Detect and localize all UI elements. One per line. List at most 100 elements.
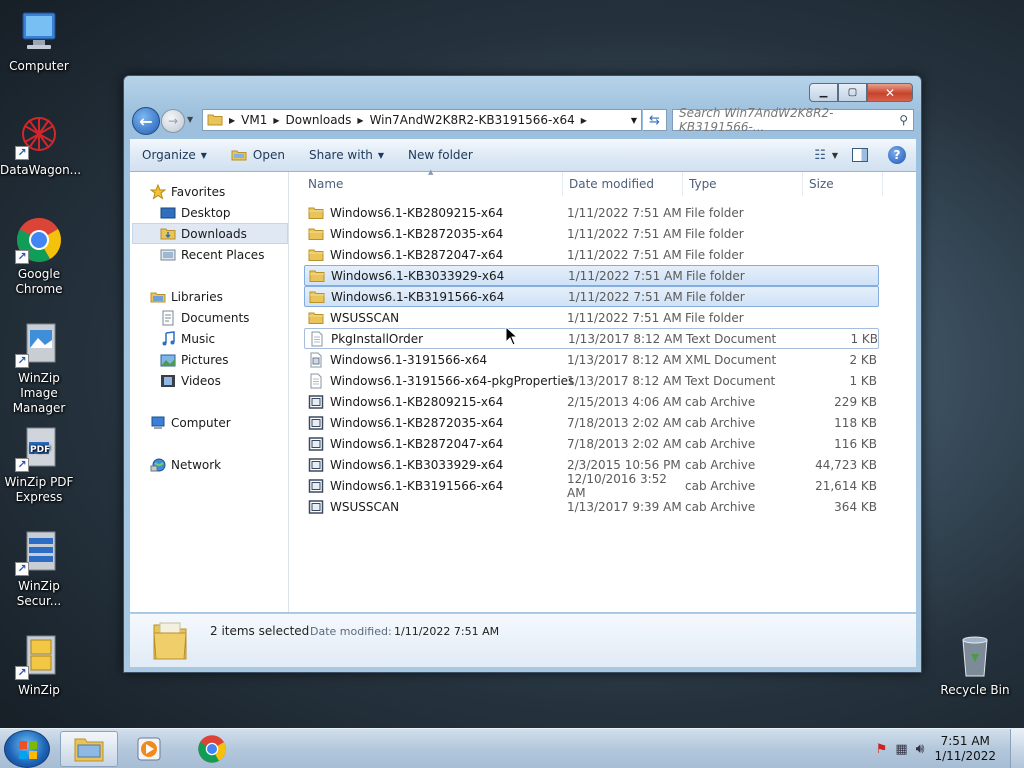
column-header-name[interactable]: Name bbox=[290, 172, 563, 196]
breadcrumb-chevron-icon[interactable]: ▶ bbox=[581, 116, 587, 125]
volume-icon[interactable]: 🔊︎ bbox=[916, 741, 925, 757]
nav-downloads[interactable]: Downloads bbox=[132, 223, 288, 244]
selection-count: 2 items selected bbox=[210, 624, 310, 638]
table-row[interactable]: Windows6.1-3191566-x64-pkgProperties 1/13… bbox=[304, 370, 879, 391]
address-dropdown-icon[interactable]: ▼ bbox=[631, 116, 637, 125]
desktop-icon-label: DataWagon... bbox=[0, 163, 82, 177]
file-name: Windows6.1-KB3191566-x64 bbox=[331, 289, 505, 304]
table-row[interactable]: Windows6.1-3191566-x64 1/13/2017 8:12 AM X… bbox=[304, 349, 879, 370]
minimize-icon: ▁ bbox=[819, 87, 828, 98]
table-row[interactable]: Windows6.1-KB2872047-x64 7/18/2013 2:02 A… bbox=[304, 433, 879, 454]
nav-videos[interactable]: Videos bbox=[160, 370, 221, 391]
column-header-size[interactable]: Size bbox=[803, 172, 883, 196]
chevron-down-icon: ▼ bbox=[377, 150, 385, 160]
cell-date-modified: 1/11/2022 7:51 AM bbox=[568, 289, 683, 304]
nav-music[interactable]: Music bbox=[160, 328, 215, 349]
share-with-button[interactable]: Share with ▼ bbox=[297, 148, 396, 162]
table-row[interactable]: Windows6.1-KB3191566-x64 12/10/2016 3:52 … bbox=[304, 472, 879, 500]
media-player-icon bbox=[137, 737, 161, 761]
breadcrumb-chevron-icon[interactable]: ▶ bbox=[273, 116, 279, 125]
breadcrumb-chevron-icon[interactable]: ▶ bbox=[357, 116, 363, 125]
desktop-icon-winzip[interactable]: ↗ WinZip bbox=[0, 632, 78, 698]
address-bar[interactable]: ▶ VM1 ▶ Downloads ▶ Win7AndW2K8R2-KB3191… bbox=[202, 109, 642, 131]
file-name: Windows6.1-KB3033929-x64 bbox=[331, 268, 505, 283]
taskbar-media-player-button[interactable] bbox=[120, 731, 178, 767]
table-row[interactable]: WSUSSCAN 1/11/2022 7:51 AM File folder bbox=[304, 307, 879, 328]
table-row[interactable]: Windows6.1-KB3033929-x64 1/11/2022 7:51 A… bbox=[304, 265, 879, 286]
desktop-icon-recycle-bin[interactable]: Recycle Bin bbox=[936, 632, 1014, 698]
desktop-icon-winzip-pdf-express[interactable]: PDF ↗ WinZip PDF Express bbox=[0, 424, 78, 505]
desktop-icon-datawagon[interactable]: ↗ DataWagon... bbox=[0, 112, 82, 178]
help-icon[interactable]: ? bbox=[888, 146, 906, 164]
taskbar-explorer-button[interactable] bbox=[60, 731, 118, 767]
table-row[interactable]: Windows6.1-KB2809215-x64 1/11/2022 7:51 A… bbox=[304, 202, 879, 223]
nav-documents[interactable]: Documents bbox=[160, 307, 249, 328]
nav-network[interactable]: Network bbox=[150, 454, 221, 475]
nav-computer[interactable]: Computer bbox=[150, 412, 231, 433]
clock-time: 7:51 AM bbox=[940, 734, 990, 748]
start-button[interactable] bbox=[4, 730, 50, 768]
breadcrumb-vm1[interactable]: VM1 bbox=[241, 113, 267, 127]
refresh-button[interactable]: ⇆ bbox=[643, 109, 667, 131]
show-desktop-button[interactable] bbox=[1010, 729, 1024, 768]
nav-libraries[interactable]: Libraries bbox=[150, 286, 223, 307]
column-header-type[interactable]: Type bbox=[683, 172, 803, 196]
desktop-icon-label: WinZip Image Manager bbox=[12, 371, 66, 415]
view-controls: ☷ ▼ ? bbox=[814, 146, 906, 164]
minimize-button[interactable]: ▁ bbox=[809, 83, 838, 102]
desktop-icon-winzip-image-manager[interactable]: ↗ WinZip Image Manager bbox=[0, 320, 78, 416]
preview-pane-icon[interactable] bbox=[852, 148, 868, 162]
search-icon[interactable]: ⚲ bbox=[899, 113, 908, 127]
table-row[interactable]: Windows6.1-KB2872035-x64 1/11/2022 7:51 A… bbox=[304, 223, 879, 244]
view-options-icon[interactable]: ☷ bbox=[814, 148, 826, 163]
column-header-date-modified[interactable]: Date modified bbox=[563, 172, 683, 196]
cell-size: 116 KB bbox=[834, 436, 877, 451]
cell-name: Windows6.1-KB2872035-x64 bbox=[304, 415, 565, 431]
close-button[interactable]: ✕ bbox=[867, 83, 913, 102]
nav-label: Libraries bbox=[171, 289, 223, 304]
desktop-icon bbox=[160, 205, 176, 221]
winzip-image-manager-icon: ↗ bbox=[15, 320, 63, 368]
desktop-icon-winzip-secure[interactable]: ↗ WinZip Secur... bbox=[0, 528, 78, 609]
table-row[interactable]: PkgInstallOrder 1/13/2017 8:12 AM Text Doc… bbox=[304, 328, 879, 349]
network-tray-icon[interactable]: ▦ bbox=[895, 742, 907, 757]
desktop-icon-google-chrome[interactable]: ↗ Google Chrome bbox=[0, 216, 78, 297]
breadcrumb-chevron-icon[interactable]: ▶ bbox=[229, 116, 235, 125]
breadcrumb-downloads[interactable]: Downloads bbox=[286, 113, 352, 127]
chevron-down-icon: ▼ bbox=[200, 150, 207, 160]
maximize-button[interactable]: ▢ bbox=[838, 83, 867, 102]
computer-icon bbox=[150, 415, 166, 431]
recent-pages-dropdown[interactable]: ▼ bbox=[187, 115, 193, 124]
nav-favorites[interactable]: Favorites bbox=[149, 181, 225, 202]
organize-button[interactable]: Organize ▼ bbox=[130, 148, 219, 162]
table-row[interactable]: WSUSSCAN 1/13/2017 9:39 AM cab Archive 364 … bbox=[304, 496, 879, 517]
desktop-icon-computer[interactable]: Computer bbox=[0, 8, 78, 74]
taskbar-chrome-button[interactable] bbox=[183, 731, 241, 767]
chevron-down-icon[interactable]: ▼ bbox=[832, 151, 838, 160]
clock-date: 1/11/2022 bbox=[934, 749, 996, 763]
action-center-icon[interactable]: ⚑ bbox=[876, 742, 888, 757]
open-button[interactable]: Open bbox=[219, 147, 297, 163]
share-with-label: Share with bbox=[308, 148, 373, 162]
back-button[interactable]: ← bbox=[132, 107, 160, 135]
nav-pictures[interactable]: Pictures bbox=[160, 349, 229, 370]
forward-button[interactable]: → bbox=[161, 109, 185, 133]
search-input[interactable]: Search Win7AndW2K8R2-KB3191566-... ⚲ bbox=[672, 106, 914, 134]
nav-label: Documents bbox=[181, 310, 250, 325]
table-row[interactable]: Windows6.1-KB2872047-x64 1/11/2022 7:51 A… bbox=[304, 244, 879, 265]
cell-type: cab Archive bbox=[685, 499, 756, 514]
datawagon-icon: ↗ bbox=[15, 112, 63, 160]
cell-type: File folder bbox=[686, 289, 745, 304]
pictures-icon bbox=[160, 352, 176, 368]
new-folder-label: New folder bbox=[408, 148, 473, 162]
table-row[interactable]: Windows6.1-KB3191566-x64 1/11/2022 7:51 A… bbox=[304, 286, 879, 307]
cell-name: Windows6.1-KB2872047-x64 bbox=[304, 247, 565, 263]
table-row[interactable]: Windows6.1-KB2872035-x64 7/18/2013 2:02 A… bbox=[304, 412, 879, 433]
breadcrumb-current-folder[interactable]: Win7AndW2K8R2-KB3191566-x64 bbox=[370, 113, 575, 127]
nav-desktop[interactable]: Desktop bbox=[160, 202, 231, 223]
file-name: Windows6.1-KB3033929-x64 bbox=[330, 457, 504, 472]
clock[interactable]: 7:51 AM 1/11/2022 bbox=[934, 734, 996, 764]
nav-recent-places[interactable]: Recent Places bbox=[160, 244, 264, 265]
new-folder-button[interactable]: New folder bbox=[396, 148, 485, 162]
table-row[interactable]: Windows6.1-KB2809215-x64 2/15/2013 4:06 A… bbox=[304, 391, 879, 412]
